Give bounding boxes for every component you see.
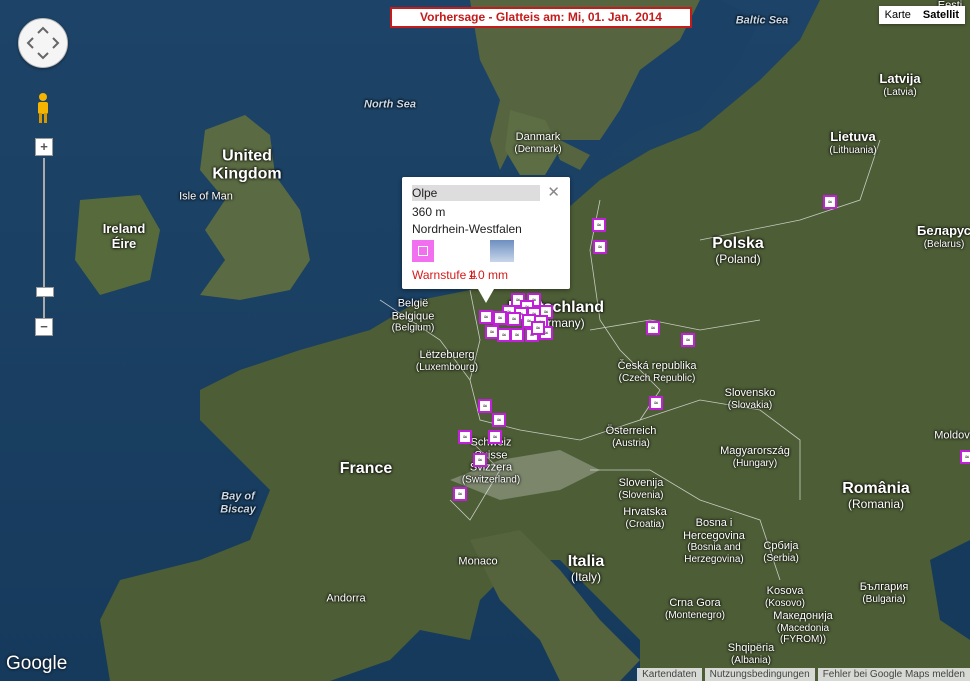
weather-icon	[490, 240, 514, 262]
label-austria: Österreich (Austria)	[605, 424, 657, 449]
label-czech: Česká republika (Czech Republic)	[617, 359, 697, 384]
label-bay-of-biscay: Bay of Biscay	[220, 490, 256, 515]
label-france: France	[339, 459, 393, 477]
station-name: Olpe	[412, 185, 540, 201]
station-marker[interactable]: ≈	[479, 310, 493, 324]
footer-nutzungsbedingungen-link[interactable]: Nutzungsbedingungen	[704, 668, 815, 681]
station-marker[interactable]: ≈	[592, 218, 606, 232]
label-slovakia: Slovensko (Slovakia)	[724, 386, 776, 411]
label-luxembourg: Lëtzebuerg (Luxembourg)	[415, 348, 479, 373]
station-marker[interactable]: ≈	[478, 399, 492, 413]
label-croatia: Hrvatska (Croatia)	[623, 505, 667, 530]
marker-icon: ≈	[511, 315, 517, 323]
station-marker[interactable]: ≈	[593, 240, 607, 254]
label-slovenia: Slovenija (Slovenia)	[618, 476, 664, 501]
label-macedonia: Македонија (Macedonia (FYROM))	[773, 610, 833, 646]
label-italy: Italia (Italy)	[567, 552, 605, 585]
label-isle-of-man: Isle of Man	[179, 190, 233, 203]
label-montenegro: Crna Gora (Montenegro)	[664, 596, 726, 621]
pan-control[interactable]	[18, 18, 68, 68]
label-north-sea: North Sea	[364, 98, 416, 111]
station-marker[interactable]: ≈	[473, 453, 487, 467]
station-marker[interactable]: ≈	[823, 195, 837, 209]
map-type-satellit-button[interactable]: Satellit	[916, 6, 965, 24]
close-icon[interactable]: ✕	[547, 183, 560, 201]
map-footer: Kartendaten Nutzungsbedingungen Fehler b…	[634, 668, 970, 681]
warning-level-text: Warnstufe 4	[412, 268, 477, 282]
label-romania: România (Romania)	[842, 479, 910, 512]
station-marker[interactable]: ≈	[453, 487, 467, 501]
label-poland: Polska (Poland)	[712, 234, 764, 267]
marker-icon: ≈	[457, 490, 463, 498]
label-moldova: Moldov	[934, 429, 970, 442]
label-kosovo: Kosova (Kosovo)	[764, 584, 806, 609]
map-type-control: Karte Satellit	[878, 6, 965, 24]
label-serbia: Србија (Serbia)	[763, 539, 799, 564]
forecast-title: Vorhersage - Glatteis am: Mi, 01. Jan. 2…	[390, 7, 692, 28]
warning-level-icon	[412, 240, 434, 262]
pan-arrows-icon	[26, 26, 60, 60]
label-bulgaria: България (Bulgaria)	[859, 580, 909, 605]
marker-icon: ≈	[964, 453, 970, 461]
label-albania: Shqipëria (Albania)	[727, 641, 775, 666]
marker-icon: ≈	[477, 456, 483, 464]
station-marker[interactable]: ≈	[493, 311, 507, 325]
station-marker[interactable]: ≈	[497, 328, 511, 342]
label-belarus: Беларус (Belarus)	[917, 222, 970, 250]
label-latvia: Latvija (Latvia)	[879, 70, 921, 98]
station-altitude: 360 m	[412, 205, 446, 219]
marker-icon: ≈	[482, 402, 488, 410]
google-logo: Google	[6, 653, 68, 674]
marker-icon: ≈	[597, 243, 603, 251]
station-marker[interactable]: ≈	[646, 321, 660, 335]
zoom-slider-track[interactable]	[36, 158, 54, 322]
label-ireland: Ireland Éire	[102, 221, 146, 251]
label-uk: United Kingdom	[212, 147, 282, 183]
label-denmark: Danmark (Denmark)	[514, 130, 562, 155]
label-baltic-sea: Baltic Sea	[735, 14, 789, 27]
marker-icon: ≈	[501, 331, 507, 339]
zoom-slider-thumb[interactable]	[36, 287, 54, 297]
marker-icon: ≈	[653, 399, 659, 407]
marker-icon: ≈	[596, 221, 602, 229]
label-belgium: België Belgique (Belgium)	[391, 297, 435, 334]
precipitation-amount: 1.0 mm	[468, 268, 509, 282]
marker-icon: ≈	[497, 314, 503, 322]
station-marker[interactable]: ≈	[960, 450, 970, 464]
zoom-control: + −	[35, 138, 54, 338]
label-lithuania: Lietuva (Lithuania)	[829, 128, 877, 156]
station-marker[interactable]: ≈	[531, 321, 545, 335]
zoom-in-button[interactable]: +	[35, 138, 53, 156]
station-marker[interactable]: ≈	[507, 312, 521, 326]
footer-kartendaten-link[interactable]: Kartendaten	[637, 668, 702, 681]
station-marker[interactable]: ≈	[492, 413, 506, 427]
marker-icon: ≈	[496, 416, 502, 424]
marker-icon: ≈	[827, 198, 833, 206]
marker-icon: ≈	[483, 313, 489, 321]
station-marker[interactable]: ≈	[458, 430, 472, 444]
station-marker[interactable]: ≈	[681, 333, 695, 347]
satellite-base	[0, 0, 970, 681]
station-info-window[interactable]: Olpe ✕ 360 m Nordrhein-Westfalen Warnstu…	[402, 177, 570, 303]
station-region: Nordrhein-Westfalen	[412, 222, 522, 236]
marker-icon: ≈	[650, 324, 656, 332]
footer-report-error-link[interactable]: Fehler bei Google Maps melden	[817, 668, 970, 681]
marker-icon: ≈	[685, 336, 691, 344]
marker-icon: ≈	[492, 433, 498, 441]
zoom-out-button[interactable]: −	[35, 318, 53, 336]
label-hungary: Magyarország (Hungary)	[720, 444, 790, 469]
label-monaco: Monaco	[458, 555, 498, 568]
map-type-karte-button[interactable]: Karte	[878, 6, 917, 24]
marker-icon: ≈	[462, 433, 468, 441]
station-marker[interactable]: ≈	[649, 396, 663, 410]
marker-icon: ≈	[514, 331, 520, 339]
station-marker[interactable]: ≈	[488, 430, 502, 444]
map-canvas[interactable]: North Sea Baltic Sea Bay of Biscay United…	[0, 0, 970, 681]
marker-icon: ≈	[535, 324, 541, 332]
street-view-pegman-icon[interactable]	[35, 92, 51, 124]
label-andorra: Andorra	[326, 592, 366, 605]
marker-icon: ≈	[489, 328, 495, 336]
station-marker[interactable]: ≈	[510, 328, 524, 342]
label-bosnia: Bosna i Hercegovina (Bosnia and Herzegovina…	[683, 516, 745, 565]
